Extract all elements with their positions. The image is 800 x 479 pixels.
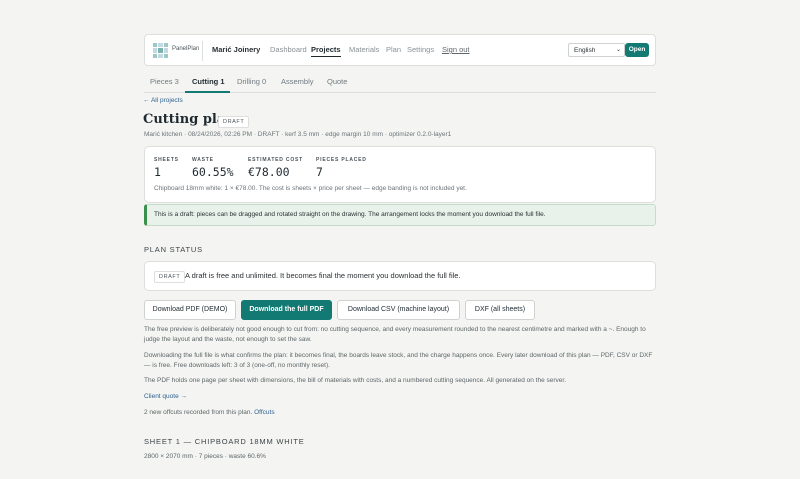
client-quote-link[interactable]: Client quote → xyxy=(144,392,187,402)
project-tabs: Pieces 3 Cutting 1 Drilling 0 Assembly Q… xyxy=(144,72,656,93)
pdf-contents-note: The PDF holds one page per sheet with di… xyxy=(144,377,567,384)
open-button[interactable]: Open xyxy=(625,43,649,57)
plan-status-badge: DRAFT xyxy=(154,271,186,283)
sheets-value: 1 xyxy=(154,165,161,179)
cost-note: Chipboard 18mm white: 1 × €78.00. The co… xyxy=(154,185,467,192)
cost-value: €78.00 xyxy=(248,165,290,179)
waste-value: 60.55% xyxy=(192,165,234,179)
pieces-label: PIECES PLACED xyxy=(316,157,367,163)
preview-explanation: The free preview is deliberately not goo… xyxy=(144,326,646,343)
offcuts-link[interactable]: Offcuts xyxy=(254,409,274,416)
tab-pieces[interactable]: Pieces 3 xyxy=(150,77,179,86)
download-dxf-button[interactable]: DXF (all sheets) xyxy=(465,300,535,320)
back-to-projects-link[interactable]: ← All projects xyxy=(143,97,183,104)
company-name: Marić Joinery xyxy=(212,45,261,54)
download-explanation: Downloading the full file is what confir… xyxy=(144,352,653,369)
sheets-label: SHEETS xyxy=(154,157,179,163)
language-value: English xyxy=(574,47,596,54)
plan-stats-card: SHEETS 1 WASTE 60.55% ESTIMATED COST €78… xyxy=(144,146,656,203)
sign-out-link[interactable]: Sign out xyxy=(442,45,470,54)
cost-label: ESTIMATED COST xyxy=(248,157,303,163)
panelplan-logo-icon[interactable] xyxy=(153,43,168,58)
active-tab-indicator xyxy=(185,91,230,93)
plan-status-text: A draft is free and unlimited. It become… xyxy=(185,271,461,280)
download-full-pdf-button[interactable]: Download the full PDF xyxy=(241,300,332,320)
nav-dashboard[interactable]: Dashboard xyxy=(270,45,307,54)
plan-meta: Marić kitchen · 08/24/2026, 02:26 PM · D… xyxy=(144,131,452,138)
tab-assembly[interactable]: Assembly xyxy=(281,77,314,86)
sheet-meta: 2800 × 2070 mm · 7 pieces · waste 60.6% xyxy=(144,453,266,460)
nav-projects[interactable]: Projects xyxy=(311,45,341,57)
offcuts-text: 2 new offcuts recorded from this plan. xyxy=(144,409,253,416)
plan-status-card: DRAFT A draft is free and unlimited. It … xyxy=(144,261,656,291)
chevron-down-icon: ⌄ xyxy=(615,47,621,53)
waste-label: WASTE xyxy=(192,157,214,163)
plan-status-heading: PLAN STATUS xyxy=(144,245,203,254)
status-badge: DRAFT xyxy=(218,116,250,128)
tab-quote[interactable]: Quote xyxy=(327,77,347,86)
draft-notice: This is a draft: pieces can be dragged a… xyxy=(144,204,656,226)
tab-drilling[interactable]: Drilling 0 xyxy=(237,77,266,86)
brand-name[interactable]: PanelPlan xyxy=(172,46,199,52)
download-demo-pdf-button[interactable]: Download PDF (DEMO) xyxy=(144,300,236,320)
download-csv-button[interactable]: Download CSV (machine layout) xyxy=(337,300,460,320)
header-divider xyxy=(202,41,203,61)
sheet-heading: SHEET 1 — CHIPBOARD 18MM WHITE xyxy=(144,437,305,446)
nav-settings[interactable]: Settings xyxy=(407,45,434,54)
tab-cutting[interactable]: Cutting 1 xyxy=(192,77,225,86)
top-navigation-bar: PanelPlan Marić Joinery Dashboard Projec… xyxy=(144,34,656,66)
offcuts-note: 2 new offcuts recorded from this plan. O… xyxy=(144,408,656,418)
nav-materials[interactable]: Materials xyxy=(349,45,379,54)
nav-plan[interactable]: Plan xyxy=(386,45,401,54)
pieces-value: 7 xyxy=(316,165,323,179)
language-select[interactable]: English ⌄ xyxy=(568,43,625,57)
